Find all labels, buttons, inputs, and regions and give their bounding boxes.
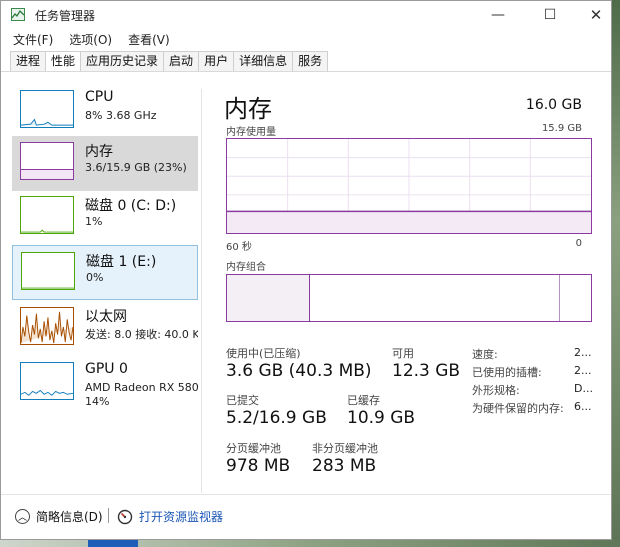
resource-cpu[interactable]: CPU 8% 3.68 GHz xyxy=(12,84,198,139)
cached-label: 已缓存 xyxy=(347,394,380,407)
resource-name: 以太网 xyxy=(85,309,127,325)
nonpaged-pool-label: 非分页缓冲池 xyxy=(312,442,378,455)
resource-value: 发送: 8.0 接收: 40.0 Kbps xyxy=(85,328,198,341)
cpu-thumbnail-graph xyxy=(20,90,74,128)
resource-value: 3.6/15.9 GB (23%) xyxy=(85,161,187,174)
resource-value: 1% xyxy=(85,215,103,228)
panel-divider xyxy=(201,89,202,493)
window-title: 任务管理器 xyxy=(35,9,96,23)
spec-label-form-factor: 外形规格: xyxy=(472,384,520,397)
memory-composition-bar xyxy=(226,274,592,322)
open-resource-monitor-link[interactable]: 打开资源监视器 xyxy=(117,508,223,525)
disk-0-thumbnail-graph xyxy=(20,196,74,234)
resource-disk-0[interactable]: 磁盘 0 (C: D:) 1% xyxy=(12,190,198,245)
resource-name: 磁盘 1 (E:) xyxy=(86,254,157,270)
paged-pool-label: 分页缓冲池 xyxy=(226,442,281,455)
menu-options[interactable]: 选项(O) xyxy=(59,29,118,49)
available-value: 12.3 GB xyxy=(392,361,461,381)
available-label: 可用 xyxy=(392,347,414,360)
paged-pool-value: 978 MB xyxy=(226,456,291,476)
memory-total: 16.0 GB xyxy=(525,97,582,113)
in-use-label: 使用中(已压缩) xyxy=(226,347,301,360)
composition-label: 内存组合 xyxy=(226,262,266,273)
composition-standby xyxy=(310,275,560,321)
tab-strip: 进程 性能 应用历史记录 启动 用户 详细信息 服务 xyxy=(10,51,329,72)
spec-label-slots: 已使用的插槽: xyxy=(472,366,542,379)
tab-services[interactable]: 服务 xyxy=(293,51,329,72)
disk-1-thumbnail-graph xyxy=(21,252,75,290)
tab-details[interactable]: 详细信息 xyxy=(234,51,294,72)
tab-startup[interactable]: 启动 xyxy=(164,51,200,72)
tab-app-history[interactable]: 应用历史记录 xyxy=(81,51,165,72)
fewer-details-button[interactable]: ︿ 简略信息(D) xyxy=(15,508,103,525)
task-manager-icon xyxy=(11,8,25,21)
spec-value-speed: 2... xyxy=(574,346,592,359)
resource-memory[interactable]: 内存 3.6/15.9 GB (23%) xyxy=(12,136,198,191)
in-use-value: 3.6 GB (40.3 MB) xyxy=(226,361,372,381)
tab-performance[interactable]: 性能 xyxy=(46,51,82,72)
resource-value: 14% xyxy=(85,395,110,408)
open-resource-monitor-label: 打开资源监视器 xyxy=(139,510,224,524)
spec-label-speed: 速度: xyxy=(472,348,498,361)
resource-name: CPU xyxy=(85,89,114,105)
menu-file[interactable]: 文件(F) xyxy=(1,29,59,49)
ethernet-thumbnail-graph xyxy=(20,307,74,345)
spec-value-form-factor: D... xyxy=(574,382,593,395)
tab-users[interactable]: 用户 xyxy=(199,51,235,72)
resource-disk-1[interactable]: 磁盘 1 (E:) 0% xyxy=(12,245,198,300)
menu-view[interactable]: 查看(V) xyxy=(118,29,176,49)
resource-name: 磁盘 0 (C: D:) xyxy=(85,198,177,214)
composition-in-use xyxy=(227,275,310,321)
resource-value: 0% xyxy=(86,271,104,284)
minimize-button[interactable]: — xyxy=(475,1,521,29)
spec-value-hardware-reserved: 6... xyxy=(574,400,592,413)
resource-list: CPU 8% 3.68 GHz 内存 3.6/15.9 GB (23%) 磁盘 … xyxy=(1,72,201,492)
usage-graph-max: 15.9 GB xyxy=(541,123,582,134)
close-button[interactable]: ✕ xyxy=(573,1,619,29)
menu-bar: 文件(F) 选项(O) 查看(V) xyxy=(1,29,176,49)
resource-value: 8% 3.68 GHz xyxy=(85,109,157,122)
resource-name: GPU 0 xyxy=(85,361,128,377)
desktop-background xyxy=(612,0,620,547)
nonpaged-pool-value: 283 MB xyxy=(312,456,377,476)
chevron-up-icon: ︿ xyxy=(15,509,30,524)
spec-label-hardware-reserved: 为硬件保留的内存: xyxy=(472,402,564,415)
fewer-details-label: 简略信息(D) xyxy=(36,510,103,524)
detail-heading: 内存 xyxy=(224,95,272,123)
committed-value: 5.2/16.9 GB xyxy=(226,408,327,428)
resource-monitor-icon xyxy=(117,509,133,524)
footer-separator xyxy=(108,508,109,523)
memory-thumbnail-graph xyxy=(20,142,74,180)
resource-name: 内存 xyxy=(85,144,113,160)
resource-model: AMD Radeon RX 580 xyxy=(85,381,199,394)
resource-ethernet[interactable]: 以太网 发送: 8.0 接收: 40.0 Kbps xyxy=(12,301,198,356)
taskbar-fragment xyxy=(88,540,138,547)
maximize-button[interactable]: ☐ xyxy=(527,1,573,29)
gpu-thumbnail-graph xyxy=(20,362,74,400)
footer-divider xyxy=(1,494,611,495)
memory-usage-graph xyxy=(226,138,592,234)
task-manager-window: 任务管理器 — ☐ ✕ 文件(F) 选项(O) 查看(V) 进程 性能 应用历史… xyxy=(0,0,612,540)
graph-axis-end: 0 xyxy=(575,238,582,249)
resource-gpu-0[interactable]: GPU 0 AMD Radeon RX 580 14% xyxy=(12,356,199,411)
spec-value-slots: 2... xyxy=(574,364,592,377)
usage-graph-label: 内存使用量 xyxy=(226,127,276,138)
tab-processes[interactable]: 进程 xyxy=(10,51,47,72)
graph-axis-start: 60 秒 xyxy=(226,242,252,253)
composition-free xyxy=(560,275,591,321)
cached-value: 10.9 GB xyxy=(347,408,416,428)
committed-label: 已提交 xyxy=(226,394,259,407)
title-bar[interactable]: 任务管理器 — ☐ ✕ xyxy=(1,1,611,29)
